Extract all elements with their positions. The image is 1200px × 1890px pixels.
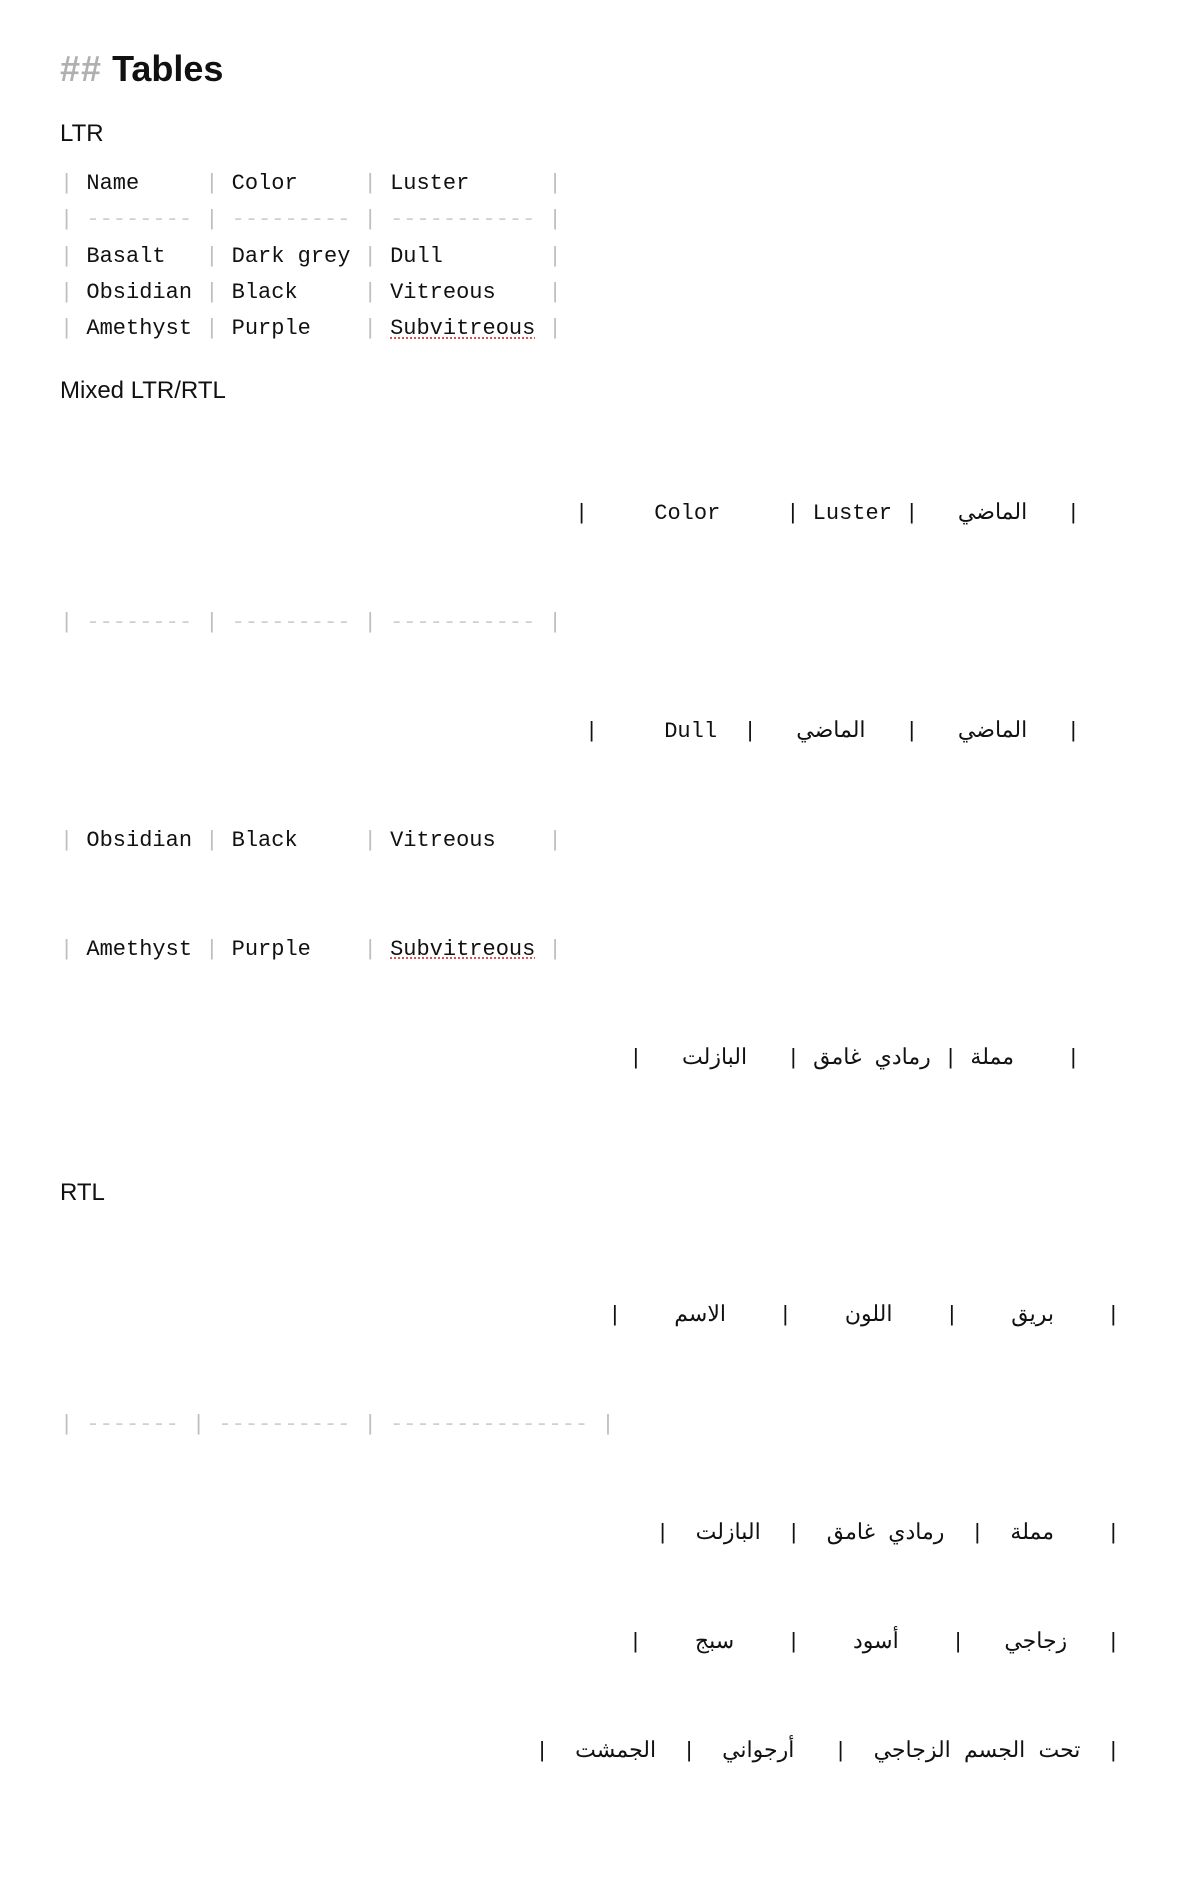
ltr-dash-0: -------- — [86, 207, 192, 232]
heading-hash-marker: ## — [60, 48, 102, 89]
section-title-ltr: LTR — [60, 120, 1140, 148]
ltr-cell-spellchecked: Subvitreous — [390, 316, 535, 341]
mixed-cell: Vitreous — [390, 828, 496, 853]
ltr-header-name: Name — [86, 171, 139, 196]
ltr-dash-2: ----------- — [390, 207, 535, 232]
mixed-dash: ----------- — [390, 610, 535, 635]
mixed-dash: --------- — [232, 610, 351, 635]
rtl-row: | تحت الجسم الزجاجي | أرجواني | الجمشت | — [60, 1734, 1120, 1770]
ltr-cell: Amethyst — [86, 316, 192, 341]
rtl-header-line: | بريق | اللون | الاسم | — [60, 1298, 1120, 1334]
table-mixed: | Color | Luster | الماضي | | -------- |… — [60, 423, 1080, 1149]
rtl-dash: ------- — [86, 1412, 178, 1437]
table-rtl: | بريق | اللون | الاسم | | ------- | ---… — [60, 1225, 1120, 1842]
mixed-line-3: | Dull | الماضي | الماضي | — [60, 714, 1080, 750]
mixed-line-1: | Color | Luster | الماضي | — [60, 496, 1080, 532]
ltr-dash-1: --------- — [232, 207, 351, 232]
heading-text: Tables — [112, 48, 223, 89]
ltr-cell: Purple — [232, 316, 311, 341]
ltr-cell: Dull — [390, 244, 443, 269]
ltr-header-luster: Luster — [390, 171, 469, 196]
page-heading: ## Tables — [60, 48, 1140, 90]
section-title-rtl: RTL — [60, 1179, 1140, 1207]
mixed-dash: -------- — [86, 610, 192, 635]
ltr-cell: Vitreous — [390, 280, 496, 305]
mixed-cell-spellchecked: Subvitreous — [390, 937, 535, 962]
mixed-cell: Obsidian — [86, 828, 192, 853]
mixed-line-6: | مملة | رمادي غامق | البازلت | — [60, 1041, 1080, 1077]
ltr-cell: Obsidian — [86, 280, 192, 305]
mixed-cell: Amethyst — [86, 937, 192, 962]
mixed-cell: Black — [232, 828, 298, 853]
ltr-header-color: Color — [232, 171, 298, 196]
ltr-cell: Black — [232, 280, 298, 305]
section-title-mixed: Mixed LTR/RTL — [60, 377, 1140, 405]
rtl-row: | مملة | رمادي غامق | البازلت | — [60, 1516, 1120, 1552]
rtl-dash: --------------- — [390, 1412, 588, 1437]
table-ltr: | Name | Color | Luster | | -------- | -… — [60, 166, 1140, 347]
ltr-cell: Dark grey — [232, 244, 351, 269]
mixed-cell: Purple — [232, 937, 311, 962]
rtl-row: | زجاجي | أسود | سبج | — [60, 1625, 1120, 1661]
ltr-cell: Basalt — [86, 244, 165, 269]
rtl-dash: ---------- — [218, 1412, 350, 1437]
